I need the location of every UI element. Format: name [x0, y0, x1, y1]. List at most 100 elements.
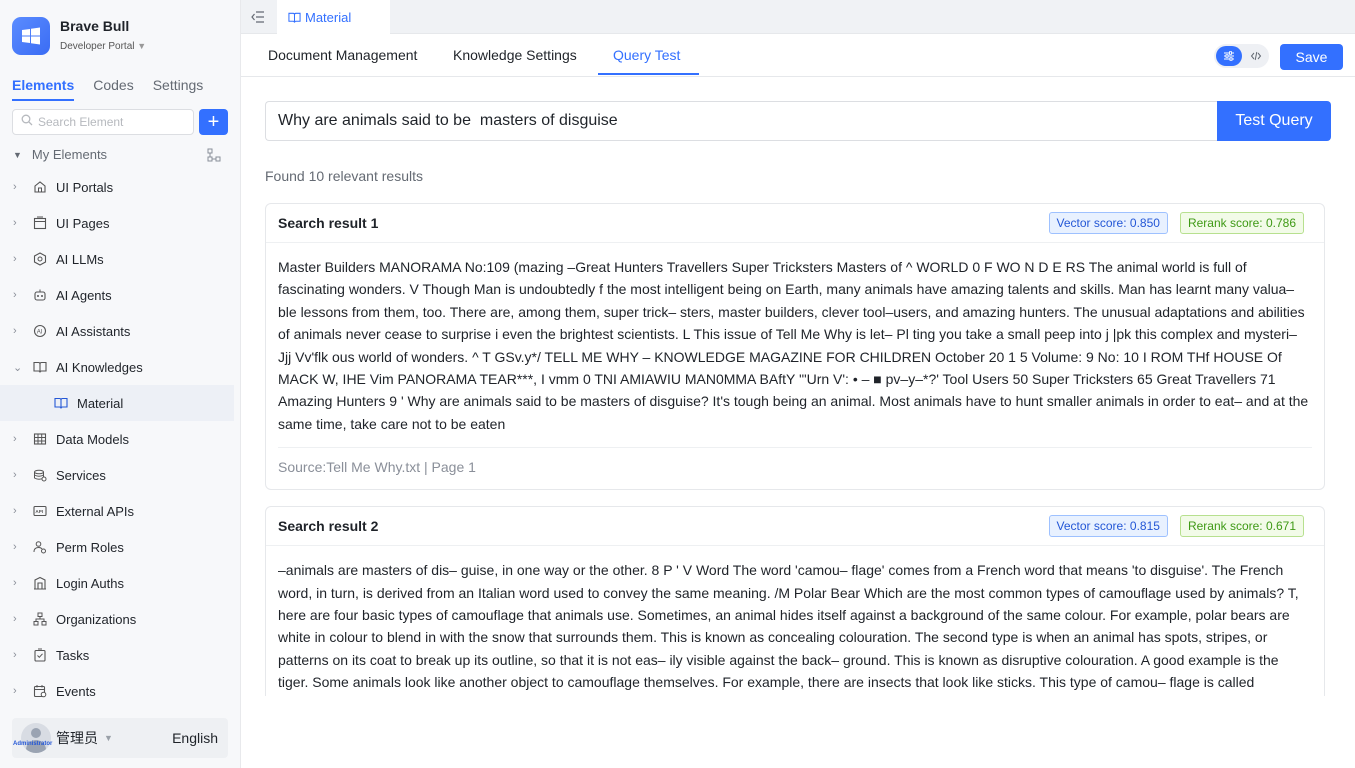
- api-icon: API: [32, 503, 48, 519]
- results-count: Found 10 relevant results: [265, 168, 423, 184]
- plus-icon: +: [207, 111, 220, 133]
- book-icon: [32, 359, 48, 375]
- sidebar-item-ui-portals[interactable]: › UI Portals: [0, 169, 234, 205]
- sidebar-item-label: Services: [56, 467, 106, 483]
- chevron-right-icon[interactable]: ›: [13, 469, 25, 481]
- sidebar-item-services[interactable]: › Services: [0, 457, 234, 493]
- tab-codes[interactable]: Codes: [93, 77, 133, 101]
- agent-icon: [32, 287, 48, 303]
- search-icon: [21, 113, 33, 131]
- search-input[interactable]: [38, 115, 188, 129]
- sidebar-item-label: UI Portals: [56, 179, 114, 195]
- sidebar-item-material[interactable]: Material: [0, 385, 234, 421]
- save-button[interactable]: Save: [1280, 44, 1343, 70]
- tab-settings[interactable]: Settings: [153, 77, 204, 101]
- tab-elements[interactable]: Elements: [12, 77, 75, 101]
- tab-document-management[interactable]: Document Management: [268, 47, 417, 63]
- language-selector[interactable]: English: [172, 730, 218, 746]
- portal-selector[interactable]: Developer Portal ▼: [60, 41, 146, 52]
- sidebar-item-ai-assistants[interactable]: › AI AI Assistants: [0, 313, 234, 349]
- sidebar-item-external-apis[interactable]: › API External APIs: [0, 493, 234, 529]
- task-icon: [32, 647, 48, 663]
- role-tag: Administrator: [13, 741, 53, 747]
- rerank-score-badge: Rerank score: 0.671: [1179, 515, 1304, 538]
- chevron-right-icon[interactable]: ›: [13, 613, 25, 625]
- vector-score-badge: Vector score: 0.850: [1048, 212, 1168, 234]
- event-icon: [32, 683, 48, 699]
- sidebar-item-tasks[interactable]: › Tasks: [0, 637, 234, 673]
- chevron-right-icon[interactable]: ›: [13, 217, 25, 229]
- sidebar-item-ui-pages[interactable]: › UI Pages: [0, 205, 234, 241]
- sidebar-item-events[interactable]: › Events: [0, 673, 234, 709]
- settings-sliders-icon[interactable]: [1216, 46, 1242, 66]
- structure-icon[interactable]: [207, 148, 221, 165]
- chevron-right-icon[interactable]: ›: [13, 289, 25, 301]
- result-card-header: Search result 2 Vector score: 0.815 Rera…: [266, 507, 1324, 547]
- result-card-header: Search result 1 Vector score: 0.850 Rera…: [266, 204, 1324, 243]
- sidebar-item-data-models[interactable]: › Data Models: [0, 421, 234, 457]
- result-title: Search result 2: [278, 518, 379, 535]
- sidebar-item-ai-agents[interactable]: › AI Agents: [0, 277, 234, 313]
- result-text: Master Builders MANORAMA No:109 (mazing …: [278, 259, 1309, 432]
- chevron-down-icon[interactable]: ⌄: [13, 361, 25, 374]
- brand[interactable]: Brave Bull Developer Portal ▼: [12, 17, 146, 55]
- test-query-button[interactable]: Test Query: [1217, 101, 1331, 141]
- sidebar-item-organizations[interactable]: › Organizations: [0, 601, 234, 637]
- sidebar: Brave Bull Developer Portal ▼ Elements C…: [0, 0, 241, 768]
- chevron-right-icon[interactable]: ›: [13, 685, 25, 697]
- sidebar-item-label: AI LLMs: [56, 251, 104, 267]
- chevron-right-icon[interactable]: ›: [13, 649, 25, 661]
- roles-icon: [32, 539, 48, 555]
- sidebar-item-label: AI Agents: [56, 287, 112, 303]
- book-icon: [53, 395, 69, 411]
- chevron-right-icon[interactable]: ›: [13, 541, 25, 553]
- sidebar-item-ai-knowledges[interactable]: ⌄ AI Knowledges: [0, 349, 234, 385]
- collapse-sidebar-icon[interactable]: [251, 10, 265, 28]
- sidebar-item-label: UI Pages: [56, 215, 110, 231]
- llm-icon: [32, 251, 48, 267]
- svg-text:API: API: [35, 509, 43, 514]
- avatar[interactable]: [21, 723, 51, 753]
- my-elements-header[interactable]: ▼ My Elements: [13, 147, 221, 162]
- user-menu[interactable]: 管理员: [56, 728, 98, 748]
- tab-query-test[interactable]: Query Test: [613, 47, 680, 63]
- results-list[interactable]: Search result 1 Vector score: 0.850 Rera…: [265, 203, 1325, 696]
- sidebar-item-label: AI Knowledges: [56, 359, 143, 375]
- sidebar-item-label: Login Auths: [56, 575, 124, 591]
- chevron-right-icon[interactable]: ›: [13, 181, 25, 193]
- sidebar-item-ai-llms[interactable]: › AI LLMs: [0, 241, 234, 277]
- chevron-right-icon[interactable]: ›: [13, 505, 25, 517]
- assistant-icon: AI: [32, 323, 48, 339]
- sidebar-item-label: Events: [56, 683, 96, 699]
- org-icon: [32, 611, 48, 627]
- svg-text:AI: AI: [37, 329, 43, 335]
- element-tree: › UI Portals › UI Pages › AI LLMs › AI A…: [0, 169, 234, 709]
- element-search-box[interactable]: [12, 109, 194, 135]
- sidebar-item-perm-roles[interactable]: › Perm Roles: [0, 529, 234, 565]
- sidebar-item-login-auths[interactable]: › Login Auths: [0, 565, 234, 601]
- code-icon[interactable]: [1244, 46, 1267, 66]
- sidebar-item-label: AI Assistants: [56, 323, 131, 339]
- result-card: Search result 2 Vector score: 0.815 Rera…: [265, 506, 1325, 696]
- user-bar: 管理员 ▼ English: [12, 718, 228, 758]
- building-icon: [32, 575, 48, 591]
- chevron-right-icon[interactable]: ›: [13, 253, 25, 265]
- chevron-right-icon[interactable]: ›: [13, 577, 25, 589]
- chevron-right-icon[interactable]: ›: [13, 325, 25, 337]
- chevron-right-icon[interactable]: ›: [13, 433, 25, 445]
- tab-material[interactable]: Material: [277, 0, 390, 34]
- query-input[interactable]: [265, 101, 1217, 141]
- brand-name: Brave Bull: [60, 18, 130, 34]
- my-elements-label: My Elements: [31, 147, 108, 162]
- page-tab-strip: Material: [241, 0, 1355, 34]
- knowledge-subnav: Document Management Knowledge Settings Q…: [241, 35, 1355, 77]
- view-mode-toggle[interactable]: [1214, 44, 1269, 68]
- vector-score-badge: Vector score: 0.815: [1048, 515, 1168, 538]
- add-element-button[interactable]: +: [199, 109, 228, 135]
- tab-knowledge-settings[interactable]: Knowledge Settings: [453, 47, 577, 63]
- sidebar-item-label: External APIs: [56, 503, 135, 519]
- result-title: Search result 1: [278, 215, 379, 231]
- caret-down-icon[interactable]: ▼: [104, 733, 113, 743]
- sidebar-item-label: Perm Roles: [56, 539, 124, 555]
- portal-icon: [32, 179, 48, 195]
